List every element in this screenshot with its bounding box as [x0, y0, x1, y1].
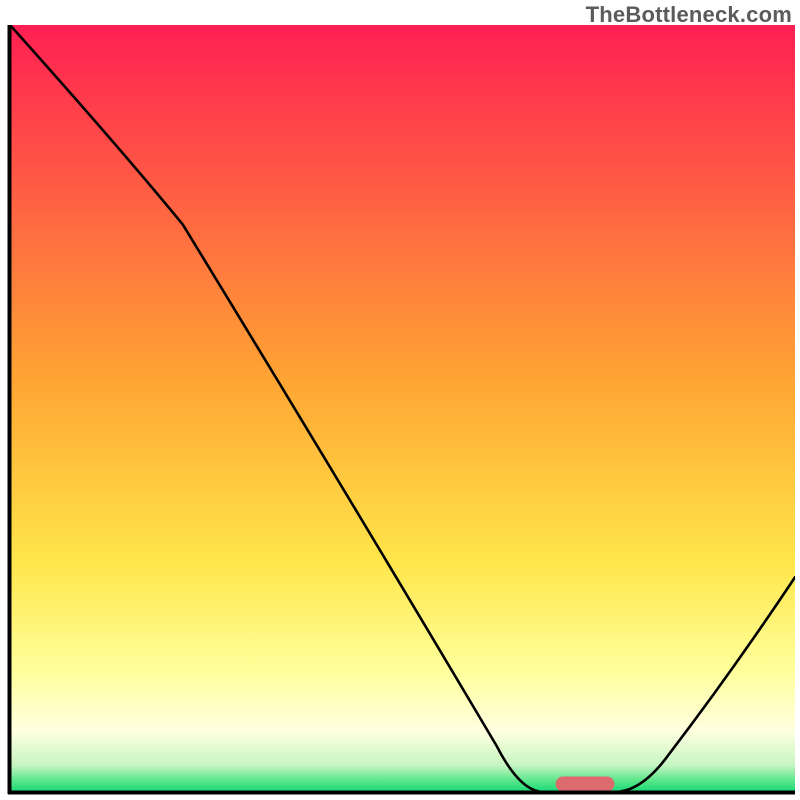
optimal-range-marker: [556, 777, 615, 792]
plot-area: [5, 25, 795, 797]
chart-background: [10, 25, 795, 792]
chart-frame: TheBottleneck.com: [0, 0, 800, 800]
chart-svg: [5, 25, 795, 797]
